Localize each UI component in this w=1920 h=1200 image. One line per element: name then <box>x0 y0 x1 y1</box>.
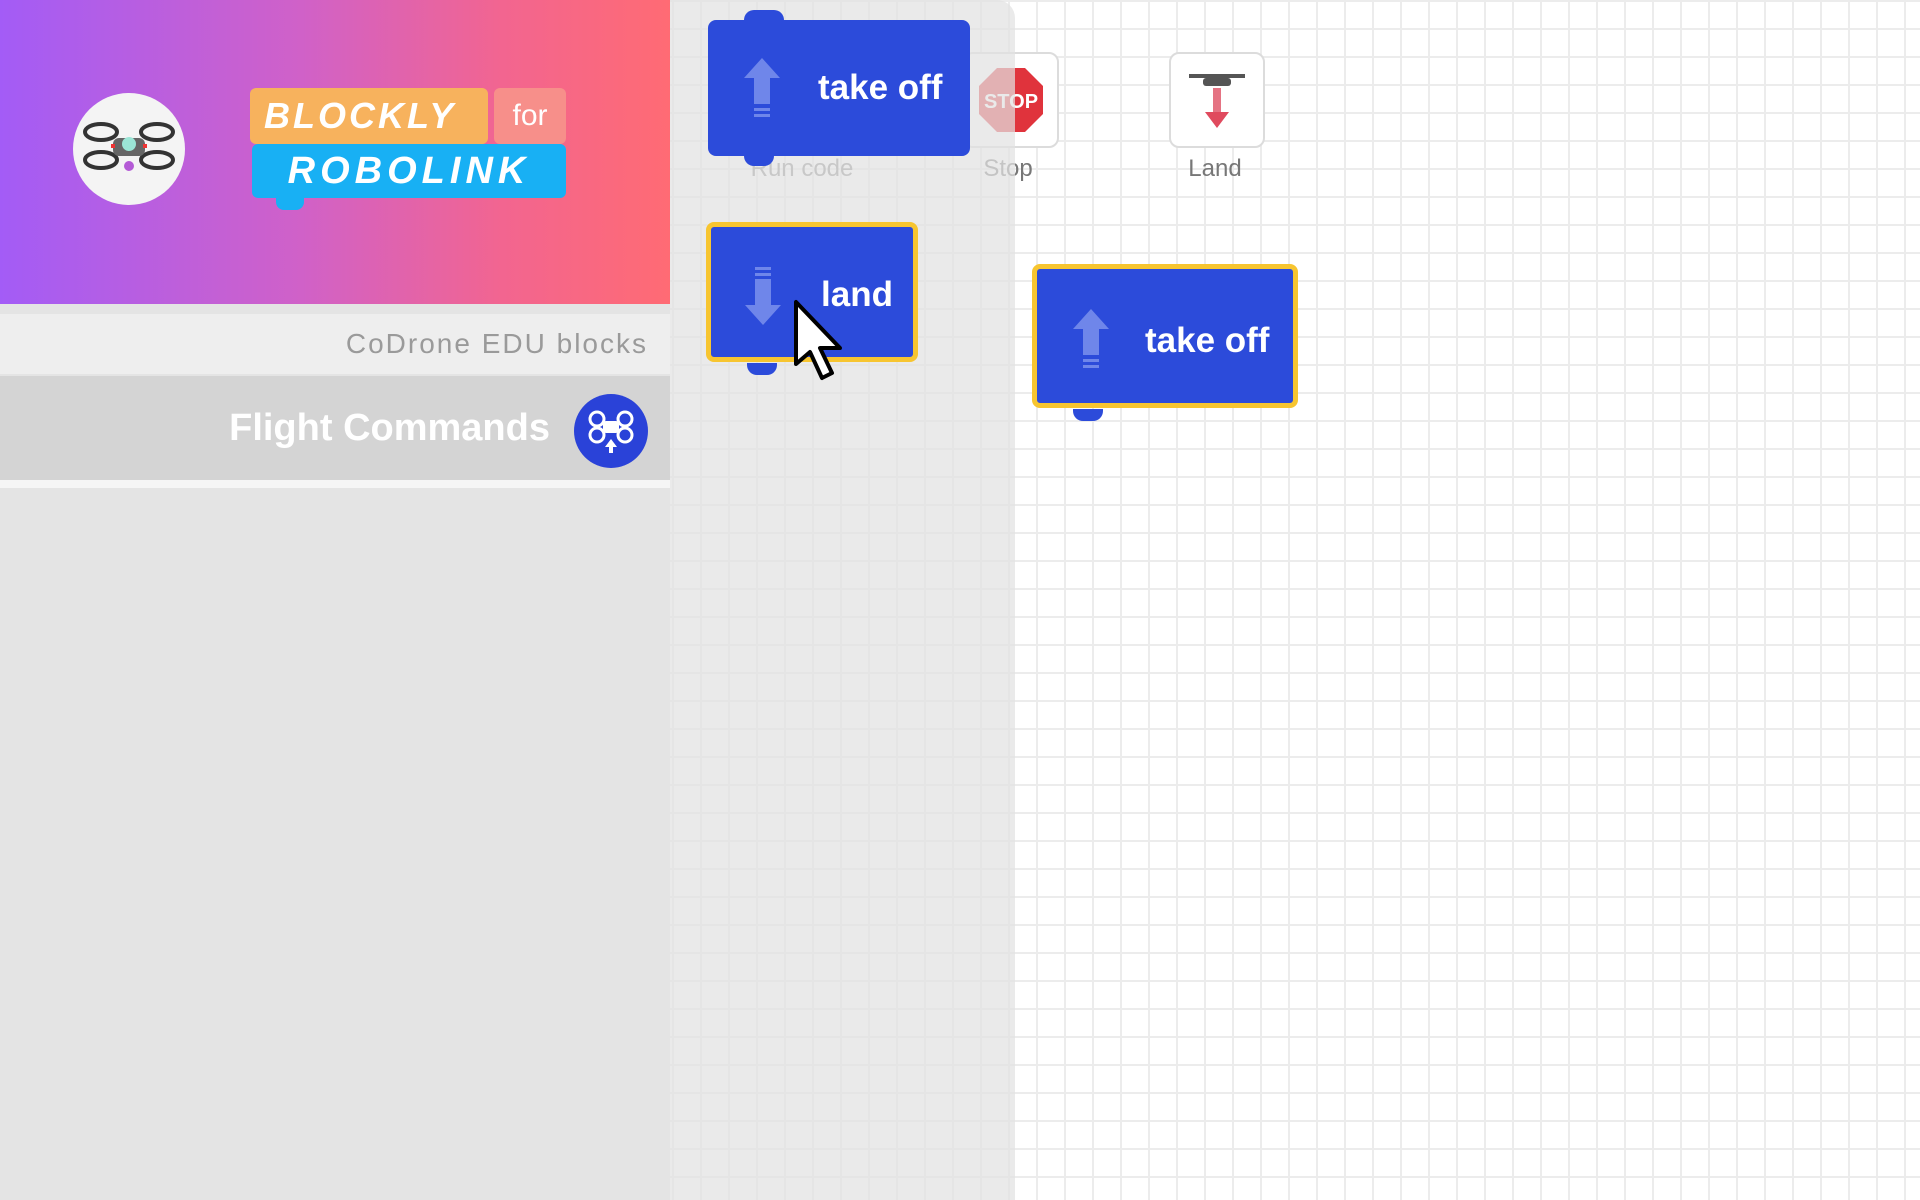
takeoff-label: take off <box>818 68 943 107</box>
land-button[interactable] <box>1169 52 1265 148</box>
sidebar: BLOCKLY for ROBOLINK CoDrone EDU blocks … <box>0 0 670 1200</box>
block-notch-bottom <box>744 154 774 166</box>
block-notch-bottom <box>1073 409 1103 421</box>
logo-robolink: ROBOLINK <box>252 144 566 198</box>
block-notch <box>744 10 784 22</box>
app-header: BLOCKLY for ROBOLINK <box>0 0 670 304</box>
drone-avatar[interactable] <box>73 93 185 205</box>
block-notch-bottom <box>747 363 777 375</box>
land-label: Land <box>1188 155 1242 182</box>
logo-tab <box>276 196 304 210</box>
arrow-up-icon <box>1073 309 1109 368</box>
logo-for: for <box>494 88 566 144</box>
blocks-subheader: CoDrone EDU blocks <box>0 314 670 374</box>
flyout-takeoff-block[interactable]: take off <box>708 10 970 166</box>
category-label: Flight Commands <box>229 407 550 449</box>
drone-land-icon <box>1189 74 1245 128</box>
drone-category-icon[interactable] <box>574 394 648 468</box>
arrow-down-icon <box>745 267 781 325</box>
category-flight-commands[interactable]: Flight Commands <box>0 376 670 488</box>
workspace-takeoff-block[interactable]: take off <box>1032 264 1298 421</box>
logo-blockly: BLOCKLY <box>250 88 488 144</box>
workspace-takeoff-label: take off <box>1145 321 1270 360</box>
drone-icon <box>83 122 175 171</box>
arrow-up-icon <box>744 58 780 117</box>
mouse-cursor-icon <box>794 300 842 380</box>
